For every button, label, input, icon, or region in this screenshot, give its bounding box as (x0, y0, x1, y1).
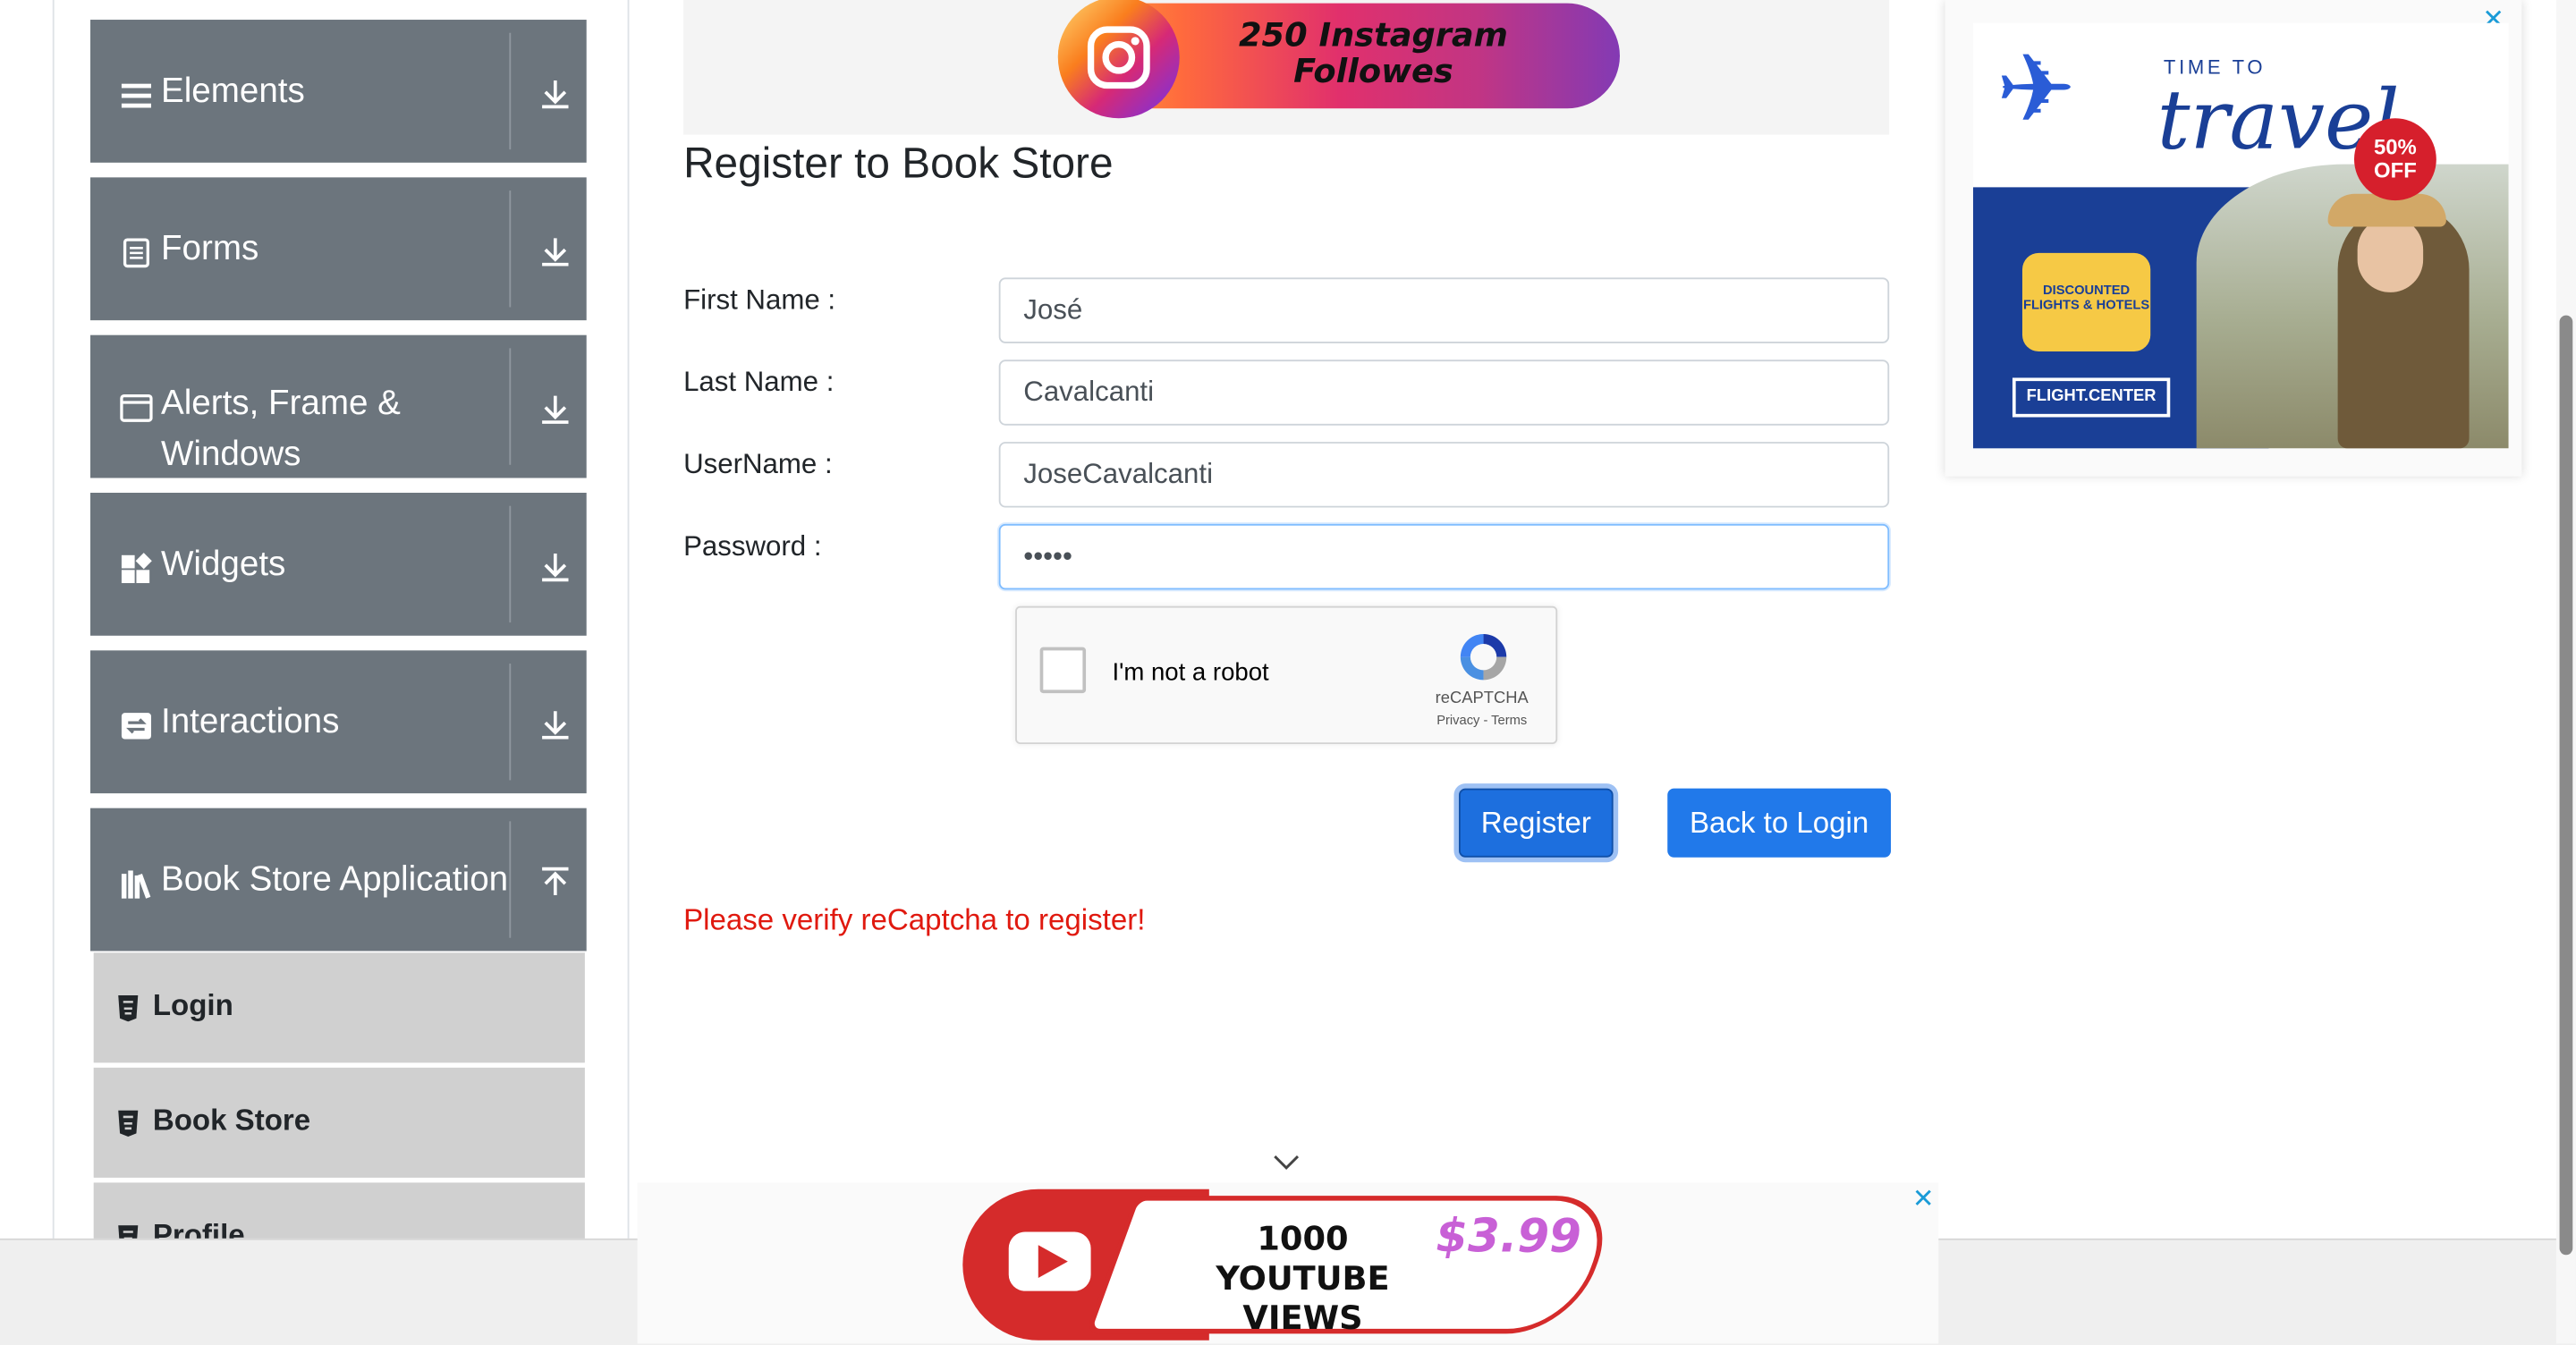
sidebar-group-label: Book Store Application (160, 860, 509, 899)
youtube-ad-line1: 1000 (1257, 1218, 1349, 1258)
document-icon (123, 238, 149, 268)
sidebar-group-alerts[interactable]: Alerts, Frame & Windows (90, 334, 587, 478)
youtube-ad[interactable]: 1000 YOUTUBE VIEWS $3.99 (962, 1186, 1623, 1343)
top-ad-banner[interactable]: 250 Instagram Followes (683, 0, 1890, 135)
download-arrow-icon[interactable] (538, 233, 573, 269)
sidebar-item-book-store[interactable]: Book Store (93, 1067, 585, 1178)
password-input[interactable] (998, 523, 1890, 590)
instagram-ad-line2: Followes (1293, 50, 1453, 91)
deal-line2: FLIGHTS & HOTELS (2022, 297, 2150, 312)
page-stage: Elements Forms Alerts, Frame & Windows W… (0, 0, 2576, 1345)
sidebar-left-border (52, 0, 55, 1239)
divider (509, 190, 512, 308)
hamburger-icon (121, 83, 151, 108)
download-arrow-icon[interactable] (538, 548, 573, 584)
sidebar-group-label: Interactions (160, 703, 340, 741)
travel-ad-image[interactable]: ✈ TIME TO travel 50% OFF DISCOUNTED FLIG… (1972, 22, 2509, 449)
download-arrow-icon[interactable] (538, 391, 573, 427)
sidebar-right-border (627, 0, 630, 1239)
first-name-input[interactable] (998, 277, 1890, 343)
recaptcha-logo-icon (1460, 633, 1507, 681)
sidebar-group-label: Widgets (160, 545, 286, 584)
html5-icon (118, 995, 139, 1022)
username-label: UserName : (683, 448, 833, 480)
password-label: Password : (683, 530, 822, 563)
divider (509, 348, 512, 465)
sidebar-group-label: Forms (160, 230, 259, 268)
sidebar-group-interactions[interactable]: Interactions (90, 650, 587, 794)
chevron-down-icon[interactable] (1272, 1150, 1301, 1173)
sidebar-group-forms[interactable]: Forms (90, 177, 587, 321)
sidebar-group-elements[interactable]: Elements (90, 20, 587, 163)
instagram-ad[interactable]: 250 Instagram Followes (1057, 0, 1620, 119)
recaptcha-widget[interactable]: I'm not a robot reCAPTCHA Privacy - Term… (1015, 605, 1558, 745)
instagram-logo-icon (1057, 0, 1180, 119)
right-ad[interactable]: ✕ ✈ TIME TO travel 50% OFF DISCOUNTED FL… (1945, 0, 2522, 477)
html5-icon (118, 1110, 139, 1137)
sidebar-item-label: Login (152, 988, 233, 1022)
divider (509, 32, 512, 150)
ad-deal-box: DISCOUNTED FLIGHTS & HOTELS (2021, 252, 2151, 352)
sidebar-group-label: Elements (160, 72, 305, 111)
register-button[interactable]: Register (1458, 788, 1614, 858)
page-title: Register to Book Store (683, 138, 1114, 188)
upload-arrow-icon[interactable] (538, 864, 573, 900)
interactions-icon (121, 713, 151, 740)
sidebar-group-book-store-application[interactable]: Book Store Application (90, 808, 587, 952)
sidebar-group-widgets[interactable]: Widgets (90, 493, 587, 636)
widgets-icon (121, 553, 152, 584)
airplane-icon: ✈ (1996, 36, 2076, 143)
divider (509, 505, 512, 623)
download-arrow-icon[interactable] (538, 75, 573, 111)
youtube-ad-price: $3.99 (1436, 1208, 1581, 1264)
recaptcha-label: I'm not a robot (1112, 658, 1269, 687)
divider (509, 664, 512, 781)
error-message: Please verify reCaptcha to register! (683, 903, 1146, 936)
badge-line2: OFF (2374, 157, 2417, 182)
ad-brand: FLIGHT.CENTER (2012, 377, 2171, 418)
badge-line1: 50% (2374, 134, 2417, 160)
recaptcha-checkbox[interactable] (1039, 647, 1087, 694)
books-icon (121, 870, 151, 899)
divider (509, 821, 512, 938)
close-icon[interactable]: ✕ (1912, 1182, 1935, 1215)
last-name-label: Last Name : (683, 366, 835, 398)
play-triangle-icon (1038, 1245, 1068, 1278)
instagram-ad-text: 250 Instagram Followes (1225, 16, 1521, 89)
back-to-login-button[interactable]: Back to Login (1667, 788, 1892, 858)
sidebar-item-label: Book Store (152, 1104, 311, 1137)
instagram-ad-line1: 250 Instagram (1238, 14, 1508, 55)
ad-face (2357, 216, 2424, 292)
ad-discount-badge: 50% OFF (2353, 118, 2436, 201)
recaptcha-brand: reCAPTCHA (1435, 689, 1529, 708)
recaptcha-privacy-terms-link[interactable]: Privacy - Terms (1408, 713, 1555, 728)
scrollbar-thumb[interactable] (2559, 315, 2573, 1256)
window-icon (120, 393, 153, 422)
youtube-ad-line2: YOUTUBE VIEWS (1216, 1257, 1390, 1338)
sidebar-group-label: Alerts, Frame & Windows (160, 384, 401, 473)
deal-line1: DISCOUNTED (2043, 282, 2131, 298)
username-input[interactable] (998, 442, 1890, 508)
youtube-ad-text: 1000 YOUTUBE VIEWS (1186, 1219, 1419, 1337)
first-name-label: First Name : (683, 283, 836, 316)
last-name-input[interactable] (998, 360, 1890, 426)
sidebar-item-login[interactable]: Login (93, 952, 585, 1063)
download-arrow-icon[interactable] (538, 706, 573, 742)
